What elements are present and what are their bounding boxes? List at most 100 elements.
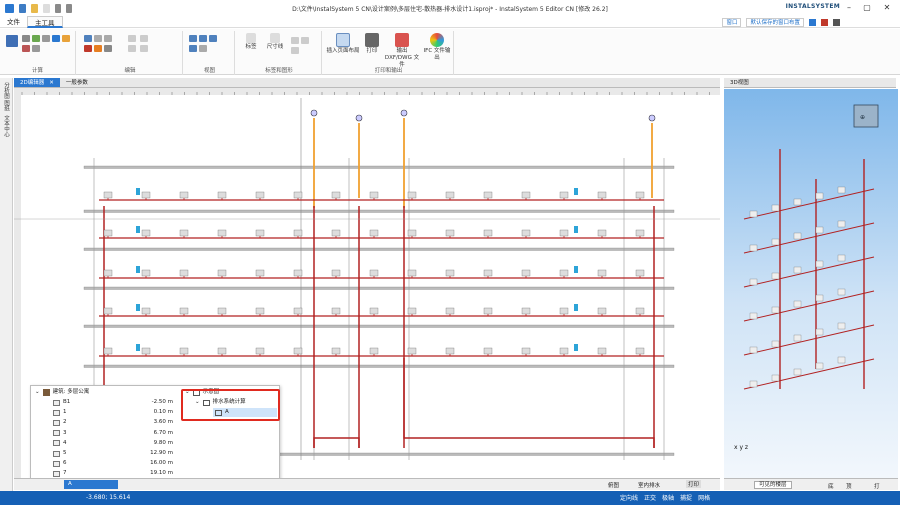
text-icon[interactable]	[291, 37, 299, 44]
level-row[interactable]: 2 3.60 m	[53, 418, 173, 427]
help-icon[interactable]	[833, 19, 840, 26]
insert-layout-button[interactable]: 插入页面布局	[326, 33, 360, 55]
fixture-3d	[815, 294, 824, 302]
view-top-button[interactable]: 俯图	[608, 481, 619, 489]
level-row[interactable]: B1 -2.50 m	[53, 398, 173, 407]
fixture	[483, 307, 493, 315]
close-icon[interactable]: ✕	[880, 2, 894, 13]
fixture	[293, 347, 303, 355]
fixture	[407, 347, 417, 355]
export-ifc-button[interactable]: IFC 文件输出	[422, 33, 452, 62]
cut-icon[interactable]	[94, 45, 102, 52]
status-toggle[interactable]: 极轴	[662, 493, 674, 502]
view3d-level-dropdown[interactable]: 可见的楼层	[754, 481, 792, 489]
menu-main-tools[interactable]: 主工具	[27, 15, 63, 28]
menu-file[interactable]: 文件	[0, 16, 27, 28]
save-layout-icon[interactable]	[809, 19, 816, 26]
select-icon[interactable]	[84, 35, 92, 42]
fixture	[445, 347, 455, 355]
group-calc: 计算	[0, 31, 76, 75]
status-toggle[interactable]: 定向线	[620, 493, 638, 502]
tab-2d-editor[interactable]: 2D编辑器 ✕	[14, 78, 60, 87]
group-icon[interactable]	[140, 45, 148, 52]
rotate-icon[interactable]	[104, 35, 112, 42]
fixture	[521, 191, 531, 199]
move-icon[interactable]	[94, 35, 102, 42]
view3d-bottom-btn[interactable]: 底	[828, 482, 834, 490]
report-icon[interactable]	[52, 35, 60, 42]
table-icon[interactable]	[32, 35, 40, 42]
fixture-3d	[815, 226, 824, 234]
delete-icon[interactable]	[84, 45, 92, 52]
fixture	[103, 307, 113, 315]
fixture	[559, 269, 569, 277]
radiator	[574, 188, 578, 195]
level-name: 6	[63, 460, 67, 467]
filter-icon[interactable]	[32, 45, 40, 52]
level-row[interactable]: 6 16.00 m	[53, 459, 173, 468]
calculator-icon[interactable]	[6, 35, 18, 47]
fixture	[179, 307, 189, 315]
close-tab-icon[interactable]: ✕	[49, 78, 54, 88]
dock-tab-drawings[interactable]: 分析图 图纸	[2, 82, 10, 111]
status-toggle[interactable]: 捕捉	[680, 493, 692, 502]
zoom-out-icon[interactable]	[199, 35, 207, 42]
export-dxf-button[interactable]: 输出 DXF/DWG 文件	[384, 33, 420, 69]
pan-icon[interactable]	[199, 45, 207, 52]
lock-icon[interactable]	[62, 35, 70, 42]
tab-general-params[interactable]: 一般参数	[60, 78, 94, 87]
view3d-print-btn[interactable]: 打	[874, 482, 880, 490]
window-dropdown[interactable]: 窗口	[722, 18, 742, 27]
fixture	[483, 347, 493, 355]
status-toggle[interactable]: 正交	[644, 493, 656, 502]
settings-icon[interactable]	[821, 19, 828, 26]
fixture-3d	[771, 272, 780, 280]
zoom-in-icon[interactable]	[189, 35, 197, 42]
line-icon[interactable]	[291, 47, 299, 54]
level-height: 9.80 m	[153, 439, 173, 446]
radiator	[574, 266, 578, 273]
view-cube-label: ⊕	[860, 114, 865, 121]
level-row[interactable]: 4 9.80 m	[53, 439, 173, 448]
print-button[interactable]: 打印	[362, 33, 382, 55]
zoom-window-icon[interactable]	[209, 35, 217, 42]
fixture-3d	[793, 232, 802, 240]
print-area-button[interactable]: 打印	[686, 480, 702, 488]
paste-icon[interactable]	[104, 45, 112, 52]
level-height: 6.70 m	[153, 429, 173, 436]
dock-tab-text[interactable]: 文本中心	[2, 115, 10, 137]
view3d-top-btn[interactable]: 顶	[846, 482, 852, 490]
fixture-3d	[749, 346, 758, 354]
shape-icon[interactable]	[301, 37, 309, 44]
check-icon[interactable]	[22, 45, 30, 52]
layout-dropdown[interactable]: 默认保存的窗口布置	[746, 18, 804, 27]
vent-cap	[310, 109, 318, 117]
level-row[interactable]: 1 0.10 m	[53, 408, 173, 417]
level-row[interactable]: 5 12.90 m	[53, 449, 173, 458]
drainage-button[interactable]: 室内排水	[638, 481, 660, 489]
array-icon[interactable]	[140, 35, 148, 42]
fixture	[217, 307, 227, 315]
level-select[interactable]: A	[64, 480, 118, 489]
status-toggle[interactable]: 网格	[698, 493, 710, 502]
label-button[interactable]: 标签	[241, 33, 261, 51]
fixture	[103, 191, 113, 199]
dimension-button[interactable]: 尺寸线	[263, 33, 287, 51]
zoom-all-icon[interactable]	[189, 45, 197, 52]
level-height: 16.00 m	[150, 460, 173, 467]
radiator	[136, 304, 140, 311]
maximize-icon[interactable]: ▢	[860, 2, 874, 13]
minimize-icon[interactable]: –	[842, 2, 856, 13]
mirror-icon[interactable]	[128, 35, 136, 42]
align-icon[interactable]	[128, 45, 136, 52]
view3d-panel[interactable]: ⊕ x y z	[724, 89, 898, 478]
window-controls: 窗口 默认保存的窗口布置	[722, 18, 840, 27]
fixture-3d	[793, 368, 802, 376]
copy-icon[interactable]	[22, 35, 30, 42]
tree-building-root[interactable]: ⌄ 建筑: 多层公寓	[35, 388, 89, 397]
list-icon[interactable]	[42, 35, 50, 42]
level-row[interactable]: 3 6.70 m	[53, 429, 173, 438]
fixture	[179, 191, 189, 199]
chevron-down-icon[interactable]: ⌄	[35, 388, 40, 397]
tab-3d-view[interactable]: 3D视图	[724, 78, 896, 88]
